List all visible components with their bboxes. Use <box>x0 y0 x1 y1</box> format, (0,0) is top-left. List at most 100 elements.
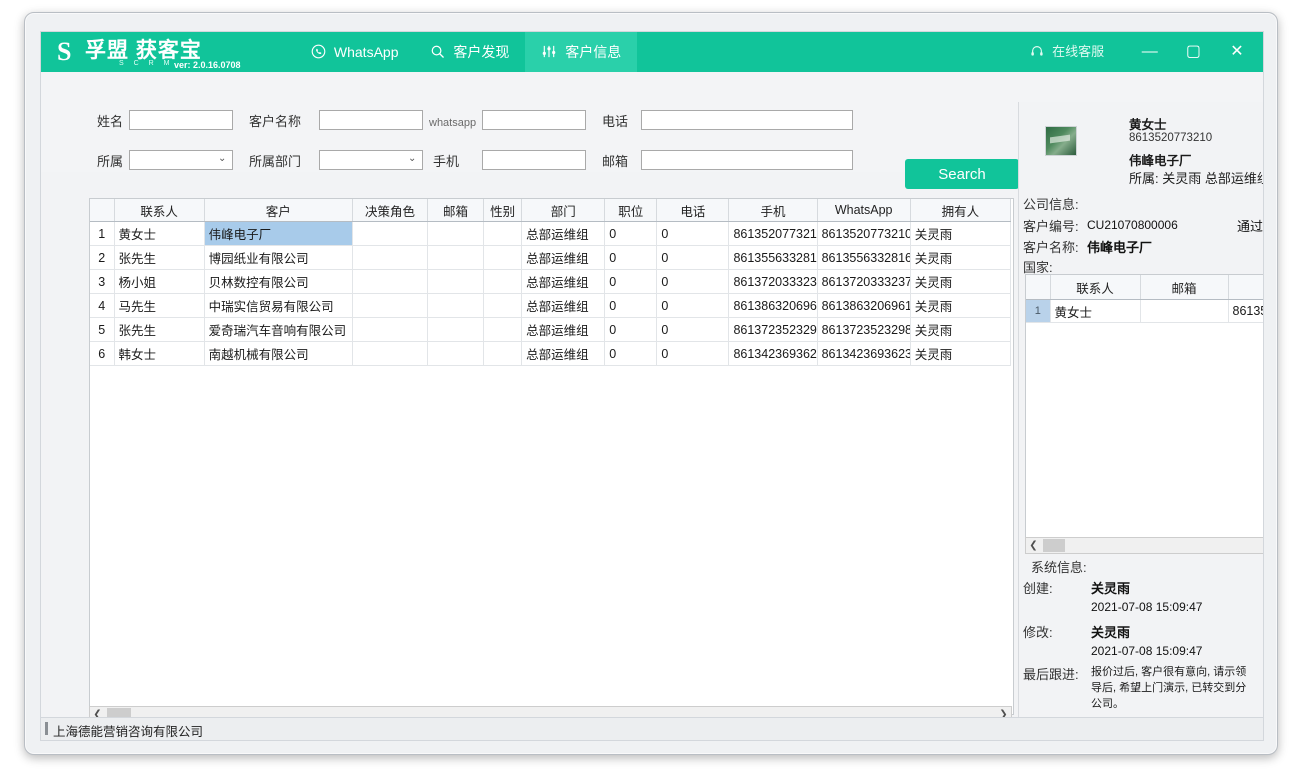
col-header-gender[interactable]: 性别 <box>483 199 523 222</box>
cell-role[interactable] <box>352 269 429 294</box>
cell-customer[interactable]: 伟峰电子厂 <box>204 221 353 246</box>
cell-telephone[interactable]: 0 <box>656 245 730 270</box>
detail-col-header-index[interactable] <box>1026 275 1051 300</box>
col-header-index[interactable] <box>90 199 115 222</box>
col-header-customer[interactable]: 客户 <box>204 199 353 222</box>
cell-whatsapp[interactable]: 8613556332816 <box>817 245 911 270</box>
cell-title[interactable]: 0 <box>604 269 658 294</box>
cell-mobile[interactable]: 8613520773210 <box>728 221 818 246</box>
minimize-button[interactable]: — <box>1130 32 1170 72</box>
cell-department[interactable]: 总部运维组 <box>521 317 606 342</box>
cell-telephone[interactable]: 0 <box>656 221 730 246</box>
cell-whatsapp[interactable]: 8613423693623 <box>817 341 911 366</box>
cell-email[interactable] <box>427 293 485 318</box>
table-row[interactable]: 5 张先生 爱奇瑞汽车音响有限公司 总部运维组 0 0 861372352329… <box>90 317 1012 342</box>
table-row[interactable]: 4 马先生 中瑞实信贸易有限公司 总部运维组 0 0 8613863206961… <box>90 293 1012 318</box>
cell-department[interactable]: 总部运维组 <box>521 293 606 318</box>
detail-col-header-contact[interactable]: 联系人 <box>1050 275 1141 300</box>
close-button[interactable]: ✕ <box>1217 32 1257 72</box>
cell-email[interactable] <box>427 245 485 270</box>
cell-role[interactable] <box>352 245 429 270</box>
cell-owner[interactable]: 关灵雨 <box>910 341 1012 366</box>
cell-title[interactable]: 0 <box>604 293 658 318</box>
cell-title[interactable]: 0 <box>604 317 658 342</box>
cell-contact[interactable]: 张先生 <box>114 245 205 270</box>
cell-gender[interactable] <box>483 221 523 246</box>
search-input-email[interactable] <box>641 150 853 170</box>
cell-telephone[interactable]: 0 <box>656 317 730 342</box>
detail-col-header-email[interactable]: 邮箱 <box>1140 275 1229 300</box>
col-header-whatsapp[interactable]: WhatsApp <box>817 199 911 222</box>
table-row[interactable]: 1 黄女士 伟峰电子厂 总部运维组 0 0 8613520773210 8613… <box>90 221 1012 246</box>
col-header-mobile[interactable]: 手机 <box>728 199 818 222</box>
col-header-owner[interactable]: 拥有人 <box>910 199 1012 222</box>
cell-whatsapp[interactable]: 8613520773210 <box>817 221 911 246</box>
online-support-button[interactable]: 在线客服 <box>1030 32 1104 74</box>
maximize-button[interactable]: ▢ <box>1173 32 1213 72</box>
detail-cell-mobile[interactable]: 86135207732 <box>1228 299 1263 323</box>
cell-customer[interactable]: 爱奇瑞汽车音响有限公司 <box>204 317 353 342</box>
table-row[interactable]: 3 杨小姐 贝林数控有限公司 总部运维组 0 0 8613720333237 8… <box>90 269 1012 294</box>
cell-title[interactable]: 0 <box>604 341 658 366</box>
cell-role[interactable] <box>352 341 429 366</box>
col-header-telephone[interactable]: 电话 <box>656 199 730 222</box>
cell-email[interactable] <box>427 269 485 294</box>
cell-contact[interactable]: 马先生 <box>114 293 205 318</box>
col-header-email[interactable]: 邮箱 <box>427 199 485 222</box>
cell-owner[interactable]: 关灵雨 <box>910 269 1012 294</box>
search-select-department[interactable]: ⌄ <box>319 150 423 170</box>
cell-mobile[interactable]: 8613556332816 <box>728 245 818 270</box>
search-select-belong[interactable]: ⌄ <box>129 150 233 170</box>
cell-mobile[interactable]: 8613720333237 <box>728 269 818 294</box>
cell-owner[interactable]: 关灵雨 <box>910 245 1012 270</box>
cell-contact[interactable]: 黄女士 <box>114 221 205 246</box>
cell-role[interactable] <box>352 221 429 246</box>
cell-gender[interactable] <box>483 269 523 294</box>
cell-department[interactable]: 总部运维组 <box>521 269 606 294</box>
cell-role[interactable] <box>352 293 429 318</box>
cell-contact[interactable]: 韩女士 <box>114 341 205 366</box>
col-header-contact[interactable]: 联系人 <box>114 199 205 222</box>
cell-customer[interactable]: 博园纸业有限公司 <box>204 245 353 270</box>
search-input-whatsapp[interactable] <box>482 110 586 130</box>
cell-owner[interactable]: 关灵雨 <box>910 221 1012 246</box>
cell-department[interactable]: 总部运维组 <box>521 245 606 270</box>
cell-telephone[interactable]: 0 <box>656 341 730 366</box>
cell-whatsapp[interactable]: 8613863206961 <box>817 293 911 318</box>
search-input-name[interactable] <box>129 110 233 130</box>
cell-owner[interactable]: 关灵雨 <box>910 317 1012 342</box>
cell-mobile[interactable]: 8613723523298 <box>728 317 818 342</box>
col-header-department[interactable]: 部门 <box>521 199 606 222</box>
table-row[interactable]: 6 韩女士 南越机械有限公司 总部运维组 0 0 8613423693623 8… <box>90 341 1012 366</box>
cell-gender[interactable] <box>483 245 523 270</box>
search-button[interactable]: Search <box>905 159 1019 189</box>
cell-mobile[interactable]: 8613863206961 <box>728 293 818 318</box>
detail-col-header-mobile[interactable]: 手机 <box>1228 275 1263 300</box>
detail-cell-email[interactable] <box>1140 299 1229 323</box>
scroll-left-icon[interactable]: ❮ <box>1026 538 1041 553</box>
list-item[interactable]: 1 黄女士 86135207732 <box>1026 299 1263 323</box>
cell-gender[interactable] <box>483 341 523 366</box>
cell-contact[interactable]: 杨小姐 <box>114 269 205 294</box>
cell-mobile[interactable]: 8613423693623 <box>728 341 818 366</box>
cell-gender[interactable] <box>483 293 523 318</box>
cell-telephone[interactable]: 0 <box>656 293 730 318</box>
cell-email[interactable] <box>427 317 485 342</box>
cell-customer[interactable]: 贝林数控有限公司 <box>204 269 353 294</box>
detail-cell-contact[interactable]: 黄女士 <box>1050 299 1141 323</box>
tab-customer-discovery[interactable]: 客户发现 <box>414 32 525 72</box>
cell-owner[interactable]: 关灵雨 <box>910 293 1012 318</box>
cell-contact[interactable]: 张先生 <box>114 317 205 342</box>
cell-gender[interactable] <box>483 317 523 342</box>
cell-whatsapp[interactable]: 8613723523298 <box>817 317 911 342</box>
cell-department[interactable]: 总部运维组 <box>521 221 606 246</box>
cell-title[interactable]: 0 <box>604 221 658 246</box>
tab-customer-info[interactable]: 客户信息 <box>525 32 638 72</box>
cell-whatsapp[interactable]: 8613720333237 <box>817 269 911 294</box>
cell-title[interactable]: 0 <box>604 245 658 270</box>
col-header-role[interactable]: 决策角色 <box>352 199 429 222</box>
col-header-title[interactable]: 职位 <box>604 199 658 222</box>
search-input-customer-name[interactable] <box>319 110 423 130</box>
search-input-telephone[interactable] <box>641 110 853 130</box>
cell-customer[interactable]: 南越机械有限公司 <box>204 341 353 366</box>
